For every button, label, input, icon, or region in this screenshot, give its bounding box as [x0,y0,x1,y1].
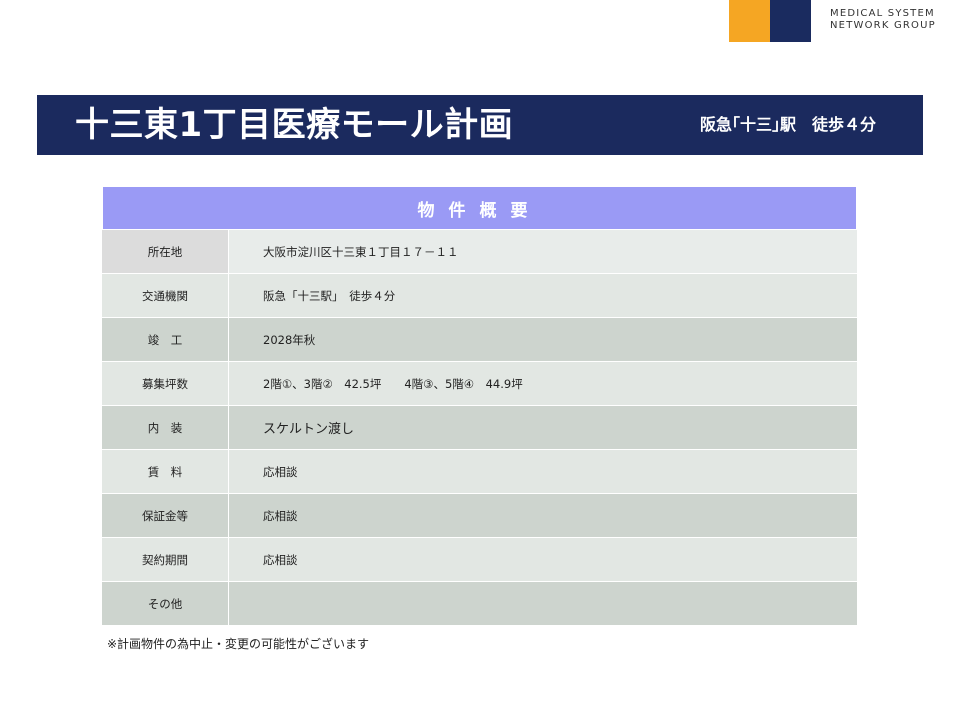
title-banner: 十三東1丁目医療モール計画 阪急｢十三｣駅 徒歩４分 [37,95,923,155]
access-subtitle: 阪急｢十三｣駅 徒歩４分 [699,115,876,134]
table-row: 内 装 スケルトン渡し [102,406,857,450]
row-value-completion: 2028年秋 [229,318,857,361]
property-summary-table: 物件概要 所在地 大阪市淀川区十三東１丁目１７－１１ 交通機関 阪急「十三駅」 … [102,186,857,626]
logo-orange-square [729,0,770,42]
table-row: 募集坪数 2階①、3階② 42.5坪 4階③、5階④ 44.9坪 [102,362,857,406]
row-value-deposit: 応相談 [229,494,857,537]
logo-navy-square [770,0,811,42]
logo-line-1: MEDICAL SYSTEM [830,8,935,19]
row-value-transport: 阪急「十三駅」 徒歩４分 [229,274,857,317]
row-label-other: その他 [102,582,229,625]
logo-line-2: NETWORK GROUP [830,20,936,31]
row-label-location: 所在地 [102,230,229,273]
row-label-rent: 賃 料 [102,450,229,493]
row-label-completion: 竣 工 [102,318,229,361]
company-logo: MEDICAL SYSTEM NETWORK GROUP [729,0,936,42]
row-label-contract-period: 契約期間 [102,538,229,581]
table-row: 保証金等 応相談 [102,494,857,538]
table-row: 賃 料 応相談 [102,450,857,494]
footnote: ※計画物件の為中止・変更の可能性がございます [107,637,370,651]
row-value-floor-area: 2階①、3階② 42.5坪 4階③、5階④ 44.9坪 [229,362,857,405]
row-value-other [229,582,857,625]
table-row: 交通機関 阪急「十三駅」 徒歩４分 [102,274,857,318]
table-row: その他 [102,582,857,626]
row-label-interior: 内 装 [102,406,229,449]
row-label-deposit: 保証金等 [102,494,229,537]
table-row: 所在地 大阪市淀川区十三東１丁目１７－１１ [102,230,857,274]
table-row: 契約期間 応相談 [102,538,857,582]
row-value-interior: スケルトン渡し [229,406,857,449]
row-value-contract-period: 応相談 [229,538,857,581]
row-label-transport: 交通機関 [102,274,229,317]
row-value-rent: 応相談 [229,450,857,493]
table-row: 竣 工 2028年秋 [102,318,857,362]
page-title: 十三東1丁目医療モール計画 [75,105,514,145]
row-label-floor-area: 募集坪数 [102,362,229,405]
table-header: 物件概要 [102,186,857,230]
row-value-location: 大阪市淀川区十三東１丁目１７－１１ [229,230,857,273]
logo-text: MEDICAL SYSTEM NETWORK GROUP [830,8,936,32]
